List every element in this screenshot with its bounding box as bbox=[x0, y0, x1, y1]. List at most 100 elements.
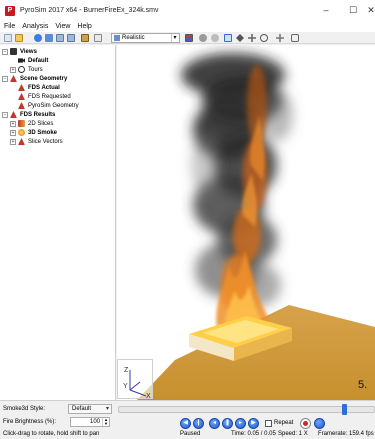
colorbar-icon[interactable] bbox=[185, 34, 193, 42]
repeat-checkbox[interactable] bbox=[265, 420, 272, 427]
menu-analysis[interactable]: Analysis bbox=[22, 23, 48, 30]
status-state: Paused bbox=[180, 431, 201, 437]
reset-icon[interactable] bbox=[291, 34, 299, 42]
expand-icon[interactable]: + bbox=[10, 66, 16, 73]
step-forward-icon[interactable]: ▶ bbox=[248, 418, 259, 429]
tree-item-pyrosim-geometry[interactable]: PyroSim Geometry bbox=[18, 101, 79, 110]
camera-icon bbox=[18, 58, 25, 63]
axis-z-label: Z bbox=[124, 367, 129, 374]
tree-item-label: PyroSim Geometry bbox=[28, 102, 79, 109]
tree-item-label: FDS Actual bbox=[28, 84, 60, 91]
axis-x-label: X bbox=[146, 393, 151, 400]
pan-icon[interactable] bbox=[248, 34, 256, 42]
navigation-tree: − Views Default + Tours − Scene Geometry… bbox=[0, 45, 116, 400]
tree-item-fds-results[interactable]: − FDS Results bbox=[2, 110, 55, 119]
tree-item-tours[interactable]: + Tours bbox=[10, 65, 43, 74]
fire-brightness-stepper[interactable]: 100 ▲ ▼ bbox=[70, 417, 110, 427]
repeat-label: Repeat bbox=[274, 420, 294, 426]
tree-view-icon[interactable] bbox=[45, 34, 53, 42]
results-icon bbox=[10, 111, 17, 118]
tree-item-label: Default bbox=[28, 57, 49, 64]
render-mode-select[interactable]: Realistic ▾ bbox=[111, 33, 180, 43]
expand-icon[interactable]: + bbox=[10, 120, 16, 127]
fds-icon bbox=[18, 93, 25, 100]
play-icon[interactable]: ▸ bbox=[235, 418, 246, 429]
menu-help[interactable]: Help bbox=[77, 23, 91, 30]
skip-to-start-icon[interactable]: ◀ bbox=[180, 418, 191, 429]
close-button[interactable]: ✕ bbox=[367, 4, 375, 16]
app-logo-icon: P bbox=[5, 5, 15, 16]
fire-brightness-value: 100 bbox=[89, 419, 100, 425]
open-file-icon[interactable] bbox=[15, 34, 23, 42]
render-mode-value: Realistic bbox=[122, 35, 145, 41]
tree-item-label: 2D Slices bbox=[28, 120, 54, 127]
smoke3d-icon bbox=[18, 129, 25, 136]
orbit-icon[interactable] bbox=[236, 34, 244, 42]
play-back-icon[interactable]: ◂ bbox=[209, 418, 220, 429]
pyrosim-window: P PyroSim 2017 x64 - BurnerFireEx_324k.s… bbox=[0, 0, 375, 439]
step-back-icon[interactable]: ❙ bbox=[193, 418, 204, 429]
record-icon[interactable] bbox=[300, 418, 311, 429]
collapse-icon[interactable]: − bbox=[2, 75, 8, 82]
pyrosim-icon bbox=[18, 102, 25, 109]
tree-item-label: 3D Smoke bbox=[28, 129, 58, 136]
tree-item-label: FDS Results bbox=[20, 111, 56, 118]
expand-icon[interactable]: + bbox=[10, 138, 16, 145]
new-file-icon[interactable] bbox=[4, 34, 12, 42]
render-mode-icon[interactable] bbox=[94, 34, 102, 42]
tree-item-2d-slices[interactable]: + 2D Slices bbox=[10, 119, 53, 128]
3d-viewport[interactable]: Z Y X 5. bbox=[117, 45, 375, 400]
tree-item-default[interactable]: Default bbox=[18, 56, 48, 65]
toolbar: Realistic ▾ bbox=[0, 32, 375, 44]
pause-icon[interactable]: ❚ bbox=[222, 418, 233, 429]
tree-item-label: Views bbox=[20, 48, 37, 55]
paste-icon[interactable] bbox=[67, 34, 75, 42]
tree-item-slice-vectors[interactable]: + Slice Vectors bbox=[10, 137, 63, 146]
menu-file[interactable]: File bbox=[4, 23, 15, 30]
collapse-icon[interactable]: − bbox=[2, 111, 8, 118]
tree-item-label: Slice Vectors bbox=[28, 138, 63, 145]
vector-icon bbox=[18, 138, 25, 145]
scene-icon[interactable] bbox=[81, 34, 89, 42]
tree-item-label: Tours bbox=[28, 66, 43, 73]
smoke-style-select[interactable]: Default ▾ bbox=[68, 404, 112, 414]
tree-item-3d-smoke[interactable]: + 3D Smoke bbox=[10, 128, 57, 137]
tree-item-scene-geometry[interactable]: − Scene Geometry bbox=[2, 74, 67, 83]
fds-icon bbox=[18, 84, 25, 91]
slice-icon bbox=[18, 120, 25, 127]
smokeview-icon[interactable] bbox=[34, 34, 42, 42]
timeline-thumb[interactable] bbox=[342, 404, 347, 415]
minimize-button[interactable]: – bbox=[316, 4, 336, 16]
chevron-down-icon: ▾ bbox=[105, 406, 109, 412]
smoke-style-label: Smoke3d Style: bbox=[3, 406, 46, 412]
tour-icon bbox=[18, 66, 25, 73]
tree-item-label: FDS Requested bbox=[28, 93, 71, 100]
select-icon[interactable] bbox=[224, 34, 232, 42]
stepper-arrows-icon[interactable]: ▲ ▼ bbox=[102, 418, 109, 426]
snapshot-icon[interactable] bbox=[314, 418, 325, 429]
zoom-icon[interactable] bbox=[260, 34, 268, 42]
fire-brightness-label: Fire Brightness (%): bbox=[3, 419, 57, 425]
particles-icon[interactable] bbox=[211, 34, 219, 42]
chevron-down-icon: ▾ bbox=[171, 34, 178, 42]
smoke-icon[interactable] bbox=[199, 34, 207, 42]
fit-icon[interactable] bbox=[276, 34, 284, 42]
tree-item-fds-actual[interactable]: FDS Actual bbox=[18, 83, 60, 92]
tree-item-fds-requested[interactable]: FDS Requested bbox=[18, 92, 71, 101]
status-time: Time: 0.05 / 0.05 bbox=[231, 431, 276, 437]
smoke-fire-render bbox=[137, 53, 375, 400]
copy-icon[interactable] bbox=[56, 34, 64, 42]
frame-number: 5. bbox=[358, 379, 368, 391]
tree-item-views[interactable]: − Views bbox=[2, 47, 37, 56]
geometry-icon bbox=[10, 75, 17, 82]
status-hint: Click-drag to rotate, hold shift to pan bbox=[3, 431, 100, 437]
axis-triad-icon: Z Y X bbox=[123, 367, 151, 400]
title-bar: P PyroSim 2017 x64 - BurnerFireEx_324k.s… bbox=[0, 0, 375, 21]
collapse-icon[interactable]: − bbox=[2, 48, 8, 55]
maximize-button[interactable]: ☐ bbox=[343, 4, 363, 16]
menu-view[interactable]: View bbox=[55, 23, 70, 30]
render-swatch-icon bbox=[114, 35, 120, 41]
timeline-slider[interactable] bbox=[118, 404, 375, 415]
window-title: PyroSim 2017 x64 - BurnerFireEx_324k.smv bbox=[20, 7, 159, 14]
expand-icon[interactable]: + bbox=[10, 129, 16, 136]
